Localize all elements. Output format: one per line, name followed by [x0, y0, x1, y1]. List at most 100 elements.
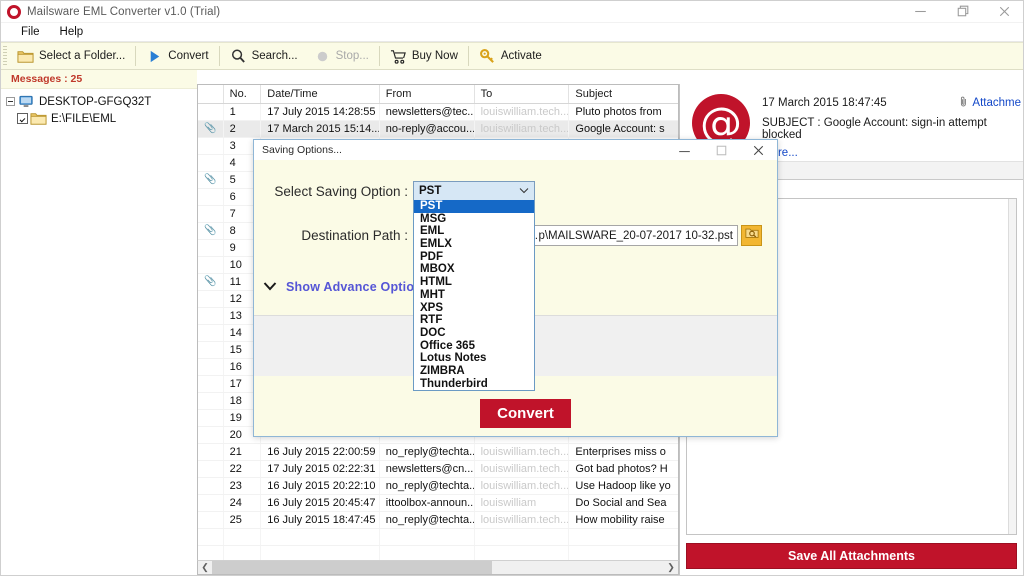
chevron-down-icon: [519, 187, 529, 196]
cell-attachment: [198, 410, 224, 426]
table-row[interactable]: 23 16 July 2015 20:22:10 no_reply@techta..…: [198, 478, 678, 495]
select-a-folder-button[interactable]: Select a Folder...: [9, 43, 133, 69]
dialog-maximize-button[interactable]: [703, 140, 740, 160]
folder-checkbox[interactable]: [17, 113, 28, 124]
dropdown-option-msg[interactable]: MSG: [414, 213, 534, 226]
column-from[interactable]: From: [380, 85, 475, 103]
close-button[interactable]: [983, 1, 1023, 23]
menu-file[interactable]: File: [11, 24, 50, 40]
maximize-button[interactable]: [941, 1, 983, 23]
column-subject[interactable]: Subject: [569, 85, 678, 103]
cell-subject: Got bad photos? H: [575, 463, 668, 475]
cell-attachment: [198, 359, 224, 375]
cell-attachment: 📎: [198, 223, 224, 239]
cell-datetime: 16 July 2015 20:45:47: [261, 495, 380, 511]
preview-date: 17 March 2015 18:47:45: [762, 97, 887, 109]
dropdown-option-rtf[interactable]: RTF: [414, 314, 534, 327]
preview-meta: 17 March 2015 18:47:45 Attachme SUBJECT …: [750, 92, 1023, 161]
saving-option-value: PST: [419, 185, 442, 197]
dropdown-option-thunderbird[interactable]: Thunderbird: [414, 378, 534, 391]
dialog-minimize-button[interactable]: [666, 140, 703, 160]
cell-subject: Google Account: s: [575, 123, 665, 135]
cell-subject: Pluto photos from: [575, 106, 662, 118]
column-datetime[interactable]: Date/Time: [261, 85, 380, 103]
cell-datetime: 17 March 2015 15:14...: [261, 121, 380, 137]
cell-from: newsletters@tec...: [380, 104, 475, 120]
toolbar-grip[interactable]: [3, 46, 7, 66]
dialog-convert-button[interactable]: Convert: [480, 399, 571, 428]
save-all-attachments-button[interactable]: Save All Attachments: [686, 543, 1017, 569]
tree-node-folder[interactable]: E:\FILE\EML: [1, 110, 197, 127]
dialog-close-button[interactable]: [740, 140, 777, 160]
dropdown-option-pst[interactable]: PST: [414, 200, 534, 213]
saving-option-dropdown[interactable]: PST MSG EML EMLX PDF MBOX HTML MHT XPS RTF DOC Offi…: [413, 200, 535, 392]
preview-attachments-link[interactable]: Attachme: [959, 96, 1023, 110]
convert-label: Convert: [168, 50, 209, 62]
minimize-button[interactable]: [899, 1, 941, 23]
dropdown-option-html[interactable]: HTML: [414, 276, 534, 289]
dropdown-option-lotus-notes[interactable]: Lotus Notes: [414, 352, 534, 365]
show-advance-options-toggle[interactable]: Show Advance Options: [263, 279, 429, 294]
window-controls: [899, 1, 1023, 23]
table-row[interactable]: 24 16 July 2015 20:45:47 ittoolbox-announ.…: [198, 495, 678, 512]
cell-attachment: 📎: [198, 274, 224, 290]
cell-to: louiswilliam.tech...: [475, 512, 570, 528]
column-no[interactable]: No.: [224, 85, 262, 103]
computer-icon: [18, 93, 35, 110]
cell-subject: Use Hadoop like yo: [575, 480, 671, 492]
sidebar: Messages : 25 DESKTOP-GFGQ32T E:\FILE\EM…: [1, 70, 197, 575]
buy-now-button[interactable]: Buy Now: [382, 43, 466, 69]
cell-to: louiswilliam.tech...: [475, 444, 570, 460]
convert-button[interactable]: Convert: [138, 43, 216, 69]
table-row[interactable]: 1 17 July 2015 14:28:55 newsletters@tec...…: [198, 104, 678, 121]
table-row[interactable]: 25 16 July 2015 18:47:45 no_reply@techta..…: [198, 512, 678, 529]
saving-option-label-row: Select Saving Option :: [263, 181, 408, 201]
folder-icon: [17, 48, 34, 65]
dropdown-option-mbox[interactable]: MBOX: [414, 263, 534, 276]
dropdown-option-emlx[interactable]: EMLX: [414, 238, 534, 251]
toolbar-separator: [467, 46, 469, 66]
application-window: Mailsware EML Converter v1.0 (Trial) Fil…: [0, 0, 1024, 576]
hscroll-thumb[interactable]: [212, 561, 493, 574]
cell-no: 21: [224, 444, 262, 460]
title-bar: Mailsware EML Converter v1.0 (Trial): [1, 1, 1023, 23]
cell-attachment: [198, 155, 224, 171]
preview-vscrollbar[interactable]: [1008, 199, 1016, 534]
cell-attachment: [198, 376, 224, 392]
column-attachment[interactable]: [198, 85, 224, 103]
activate-button[interactable]: Activate: [471, 43, 550, 69]
message-list-hscrollbar[interactable]: ❮ ❯: [197, 560, 679, 575]
tree-expander-icon[interactable]: [6, 97, 15, 106]
table-row-empty: [198, 529, 678, 546]
dropdown-option-office-365[interactable]: Office 365: [414, 340, 534, 353]
table-row[interactable]: 22 17 July 2015 02:22:31 newsletters@cn...…: [198, 461, 678, 478]
buy-now-label: Buy Now: [411, 50, 458, 62]
cell-to: louiswilliam.tech...: [475, 478, 570, 494]
table-row[interactable]: 📎 2 17 March 2015 15:14... no-reply@accou..…: [198, 121, 678, 138]
table-row[interactable]: 21 16 July 2015 22:00:59 no_reply@techta..…: [198, 444, 678, 461]
tree-node-computer-label: DESKTOP-GFGQ32T: [39, 95, 152, 108]
cell-to: louiswilliam.tech...: [475, 104, 570, 120]
cell-no: 25: [224, 512, 262, 528]
dialog-window-controls: [666, 140, 777, 160]
dropdown-option-zimbra[interactable]: ZIMBRA: [414, 365, 534, 378]
folder-search-icon: [744, 226, 759, 245]
column-to[interactable]: To: [475, 85, 570, 103]
cell-from: no_reply@techta...: [380, 512, 475, 528]
scroll-right-icon[interactable]: ❯: [664, 561, 678, 574]
dropdown-option-doc[interactable]: DOC: [414, 327, 534, 340]
search-button[interactable]: Search...: [222, 43, 306, 69]
cell-no: 22: [224, 461, 262, 477]
tree-node-computer[interactable]: DESKTOP-GFGQ32T: [1, 93, 197, 110]
cell-no: 23: [224, 478, 262, 494]
activate-label: Activate: [500, 50, 542, 62]
dropdown-option-pdf[interactable]: PDF: [414, 251, 534, 264]
saving-option-select[interactable]: PST: [413, 181, 535, 201]
hscroll-track[interactable]: [212, 561, 664, 574]
browse-destination-button[interactable]: [741, 225, 762, 246]
scroll-left-icon[interactable]: ❮: [198, 561, 212, 574]
dropdown-option-eml[interactable]: EML: [414, 225, 534, 238]
dropdown-option-xps[interactable]: XPS: [414, 302, 534, 315]
menu-help[interactable]: Help: [50, 24, 94, 40]
dropdown-option-mht[interactable]: MHT: [414, 289, 534, 302]
